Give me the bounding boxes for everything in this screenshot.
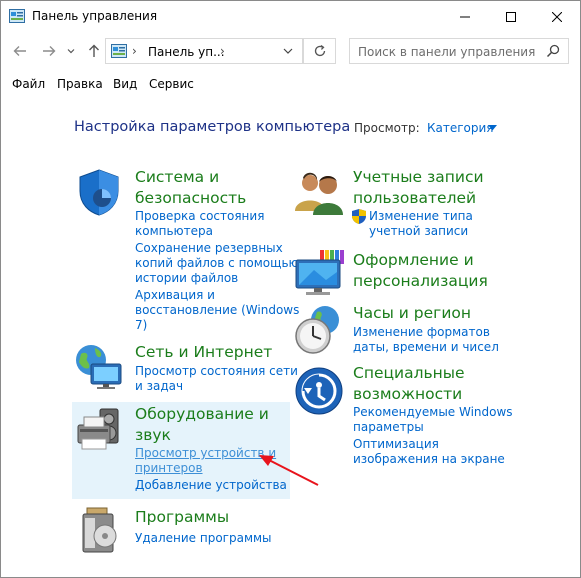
category-accounts-title[interactable]: пользователей [353, 188, 476, 209]
breadcrumb-path[interactable]: Панель уп... [148, 45, 225, 59]
forward-button[interactable] [40, 42, 58, 60]
address-row: › Панель уп... › Поиск в панели управлен… [1, 34, 580, 70]
printer-speaker-icon[interactable] [74, 405, 126, 457]
up-arrow-icon [89, 44, 99, 57]
category-system-security-title[interactable]: безопасность [135, 188, 246, 209]
chevron-down-icon [67, 49, 75, 54]
link-optimize-display[interactable]: изображения на экране [353, 452, 505, 467]
control-panel-icon [111, 44, 127, 58]
link-check-status[interactable]: Проверка состояния [135, 209, 264, 224]
back-arrow-icon [13, 46, 26, 56]
appearance-monitor-icon[interactable] [294, 250, 346, 298]
menu-view[interactable]: Вид [113, 77, 137, 91]
refresh-icon [314, 44, 325, 57]
link-recommended-settings[interactable]: Рекомендуемые Windows [353, 405, 513, 420]
link-backup-restore[interactable]: восстановление (Windows [135, 303, 299, 318]
link-change-formats[interactable]: Изменение форматов [353, 325, 490, 340]
close-icon [552, 11, 562, 22]
link-recommended-settings[interactable]: параметры [353, 420, 424, 435]
link-uninstall-program[interactable]: Удаление программы [135, 531, 272, 546]
programs-icon[interactable] [79, 506, 125, 556]
category-clock-region-title[interactable]: Часы и регион [353, 303, 471, 324]
control-panel-icon [9, 9, 25, 23]
chevron-down-icon [283, 48, 293, 54]
address-bar[interactable]: › Панель уп... › [105, 38, 303, 64]
search-box[interactable]: Поиск в панели управления [349, 38, 569, 64]
link-file-history[interactable]: копий файлов с помощью [135, 256, 299, 271]
maximize-icon [506, 11, 516, 22]
category-appearance-title[interactable]: персонализация [353, 271, 488, 292]
category-hardware-title[interactable]: звук [135, 425, 171, 446]
ease-of-access-icon[interactable] [294, 366, 344, 416]
page-title: Настройка параметров компьютера [74, 119, 351, 135]
breadcrumb-separator: › [132, 44, 137, 58]
address-dropdown-button[interactable] [274, 39, 302, 63]
menu-bar: Файл Правка Вид Сервис [1, 73, 580, 95]
search-input-placeholder[interactable]: Поиск в панели управления [358, 45, 535, 59]
link-backup-restore[interactable]: 7) [135, 318, 147, 333]
caret-down-icon[interactable] [488, 125, 497, 131]
up-button[interactable] [85, 42, 103, 60]
menu-file[interactable]: Файл [12, 77, 45, 91]
link-devices-printers[interactable]: принтеров [135, 461, 203, 476]
link-network-status[interactable]: и задач [135, 379, 183, 394]
category-programs-title[interactable]: Программы [135, 507, 229, 528]
close-button[interactable] [534, 1, 580, 32]
link-check-status[interactable]: компьютера [135, 224, 213, 239]
link-change-account-type[interactable]: Изменение типа [369, 209, 473, 224]
title-bar: Панель управления [1, 1, 580, 32]
view-by-label: Просмотр: [354, 121, 420, 135]
maximize-button[interactable] [488, 1, 534, 32]
minimize-button[interactable] [442, 1, 488, 32]
breadcrumb-separator[interactable]: › [220, 44, 225, 58]
user-accounts-icon[interactable] [293, 171, 347, 215]
link-optimize-display[interactable]: Оптимизация [353, 437, 439, 452]
link-file-history[interactable]: Сохранение резервных [135, 241, 283, 256]
clock-globe-icon[interactable] [293, 304, 345, 356]
link-change-account-type[interactable]: учетной записи [369, 224, 468, 239]
category-ease-of-access-title[interactable]: Специальные [353, 363, 465, 384]
back-button[interactable] [11, 42, 29, 60]
refresh-button[interactable] [303, 38, 336, 64]
shield-icon[interactable] [74, 167, 124, 217]
category-system-security-title[interactable]: Система и [135, 167, 219, 188]
search-icon[interactable] [546, 44, 560, 58]
category-hardware-title[interactable]: Оборудование и [135, 404, 269, 425]
minimize-icon [460, 16, 470, 17]
link-backup-restore[interactable]: Архивация и [135, 288, 215, 303]
view-by-dropdown[interactable]: Категория [427, 121, 494, 135]
annotation-arrow-icon [259, 455, 319, 486]
window-title: Панель управления [32, 9, 158, 23]
link-file-history[interactable]: истории файлов [135, 271, 238, 286]
category-accounts-title[interactable]: Учетные записи [353, 167, 484, 188]
uac-shield-icon [352, 209, 366, 224]
category-ease-of-access-title[interactable]: возможности [353, 384, 462, 405]
category-appearance-title[interactable]: Оформление и [353, 250, 474, 271]
menu-edit[interactable]: Правка [57, 77, 103, 91]
forward-arrow-icon [43, 46, 56, 56]
network-globe-icon[interactable] [73, 342, 125, 392]
link-change-formats[interactable]: даты, времени и чисел [353, 340, 499, 355]
recent-locations-button[interactable] [65, 42, 77, 60]
control-panel-window: Панель управления › Панель уп... › Поиск… [0, 0, 581, 578]
category-network-title[interactable]: Сеть и Интернет [135, 342, 272, 363]
menu-tools[interactable]: Сервис [149, 77, 194, 91]
link-network-status[interactable]: Просмотр состояния сети [135, 364, 298, 379]
